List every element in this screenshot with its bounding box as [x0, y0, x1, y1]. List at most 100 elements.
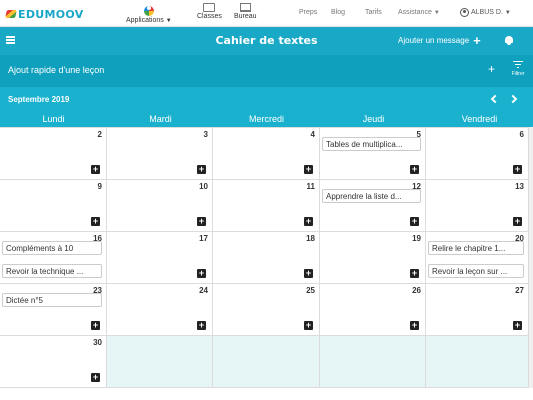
day-number: 6: [519, 130, 524, 139]
add-lesson-button[interactable]: +: [197, 165, 206, 174]
add-lesson-button[interactable]: +: [304, 321, 313, 330]
lesson-event[interactable]: Relire le chapitre 1...: [428, 241, 524, 255]
calendar-cell[interactable]: 18 +: [213, 232, 320, 284]
weekday-vendredi: Vendredi: [461, 114, 498, 124]
day-number: 26: [412, 286, 421, 295]
add-lesson-button[interactable]: +: [197, 269, 206, 278]
chevron-down-icon: ▼: [433, 10, 440, 16]
chevron-down-icon: ▼: [165, 18, 172, 24]
calendar-cell[interactable]: 24 +: [107, 284, 213, 336]
filter-button[interactable]: Filtrer: [508, 61, 528, 77]
day-number: 17: [199, 234, 208, 243]
calendar-cell[interactable]: 25 +: [213, 284, 320, 336]
day-number: 19: [412, 234, 421, 243]
month-bar: Septembre 2019: [0, 87, 533, 112]
filter-icon: [513, 61, 523, 69]
lesson-event[interactable]: Compléments à 10: [2, 241, 102, 255]
add-message-button[interactable]: Ajouter un message +: [398, 34, 481, 47]
applications-menu[interactable]: Applications ▼: [126, 3, 172, 24]
calendar-cell-empty: [213, 336, 320, 388]
edumoov-logo[interactable]: EDUMOOV: [6, 6, 84, 22]
calendar-cell[interactable]: 12 + Apprendre la liste d...: [320, 180, 426, 232]
day-number: 2: [97, 130, 102, 139]
applications-label: Applications: [126, 17, 164, 24]
scrollbar[interactable]: [529, 127, 533, 388]
calendar-cell-empty: [107, 336, 213, 388]
lesson-event[interactable]: Revoir la technique ...: [2, 264, 102, 278]
day-number: 24: [199, 286, 208, 295]
add-lesson-button[interactable]: +: [91, 321, 100, 330]
calendar-cell[interactable]: 6 +: [426, 128, 529, 180]
bureau-link[interactable]: Bureau: [234, 3, 257, 20]
add-lesson-button[interactable]: +: [91, 217, 100, 226]
calendar-cell[interactable]: 3 +: [107, 128, 213, 180]
calendar-cell[interactable]: 13 +: [426, 180, 529, 232]
day-number: 3: [203, 130, 208, 139]
lesson-event[interactable]: Revoir la leçon sur ...: [428, 264, 524, 278]
calendar-cell[interactable]: 16+Compléments à 10Revoir la technique .…: [0, 232, 107, 284]
lesson-event[interactable]: Dictée n°5: [2, 293, 102, 307]
top-navigation: EDUMOOV Applications ▼ Classes Bureau Pre…: [0, 0, 533, 27]
weekday-lundi: Lundi: [42, 114, 65, 124]
add-lesson-button[interactable]: +: [197, 217, 206, 226]
title-bar: Cahier de textes Ajouter un message +: [0, 27, 533, 55]
lesson-event[interactable]: Tables de multiplica...: [322, 137, 421, 151]
filter-label: Filtrer: [511, 71, 525, 77]
calendar-grid: 2 +3 +4 +5 + Tables de multiplica... 6 +9 +10 +11…: [0, 127, 533, 388]
assistance-label: Assistance: [398, 9, 432, 16]
lesson-event[interactable]: Apprendre la liste d...: [322, 189, 421, 203]
calendar-cell[interactable]: 5 + Tables de multiplica...: [320, 128, 426, 180]
nav-link-blog[interactable]: Blog: [331, 9, 345, 16]
bell-icon[interactable]: [504, 35, 514, 45]
day-number: 10: [199, 182, 208, 191]
calendar-cell[interactable]: 10 +: [107, 180, 213, 232]
month-label: Septembre 2019: [8, 95, 70, 104]
add-lesson-button[interactable]: +: [410, 165, 419, 174]
classes-label: Classes: [197, 13, 222, 20]
add-lesson-button[interactable]: +: [304, 217, 313, 226]
calendar-cell[interactable]: 30 +: [0, 336, 107, 388]
add-lesson-button[interactable]: +: [91, 165, 100, 174]
day-number: 30: [93, 338, 102, 347]
add-lesson-button[interactable]: +: [304, 165, 313, 174]
classes-link[interactable]: Classes: [197, 3, 222, 20]
chevron-right-icon[interactable]: [508, 94, 518, 104]
calendar-cell[interactable]: 26 +: [320, 284, 426, 336]
add-lesson-button[interactable]: +: [513, 217, 522, 226]
day-number: 4: [310, 130, 315, 139]
calendar-cell[interactable]: 11 +: [213, 180, 320, 232]
calendar-cell[interactable]: 27 +: [426, 284, 529, 336]
add-lesson-button[interactable]: +: [410, 269, 419, 278]
bureau-label: Bureau: [234, 13, 257, 20]
nav-link-preps[interactable]: Preps: [299, 9, 317, 16]
chevron-left-icon[interactable]: [490, 94, 500, 104]
day-number: 13: [515, 182, 524, 191]
calendar-cell[interactable]: 17 +: [107, 232, 213, 284]
quick-add-bar: Ajout rapide d'une leçon + Filtrer: [0, 55, 533, 87]
add-lesson-button[interactable]: +: [410, 217, 419, 226]
calendar-cell[interactable]: 20+Relire le chapitre 1...Revoir la leço…: [426, 232, 529, 284]
nav-link-tarifs[interactable]: Tarifs: [365, 9, 382, 16]
weekday-header: Lundi Mardi Mercredi Jeudi Vendredi: [0, 112, 533, 127]
quick-add-button[interactable]: +: [488, 62, 495, 76]
user-icon: [460, 8, 469, 17]
add-lesson-button[interactable]: +: [513, 165, 522, 174]
logo-text: EDUMOOV: [18, 7, 84, 21]
quick-add-input[interactable]: Ajout rapide d'une leçon: [8, 65, 104, 75]
add-lesson-button[interactable]: +: [91, 373, 100, 382]
add-message-label: Ajouter un message: [398, 36, 470, 45]
add-lesson-button[interactable]: +: [197, 321, 206, 330]
user-menu[interactable]: ALBUS D. ▼: [460, 8, 511, 17]
add-lesson-button[interactable]: +: [304, 269, 313, 278]
bureau-icon: [239, 3, 251, 12]
calendar-cell[interactable]: 19 +: [320, 232, 426, 284]
nav-link-assistance[interactable]: Assistance ▼: [398, 9, 440, 16]
calendar-cell[interactable]: 2 +: [0, 128, 107, 180]
calendar-cell[interactable]: 4 +: [213, 128, 320, 180]
calendar-cell[interactable]: 23 + Dictée n°5: [0, 284, 107, 336]
calendar-cell[interactable]: 9 +: [0, 180, 107, 232]
day-number: 9: [97, 182, 102, 191]
logo-mark-icon: [6, 9, 16, 19]
add-lesson-button[interactable]: +: [513, 321, 522, 330]
add-lesson-button[interactable]: +: [410, 321, 419, 330]
